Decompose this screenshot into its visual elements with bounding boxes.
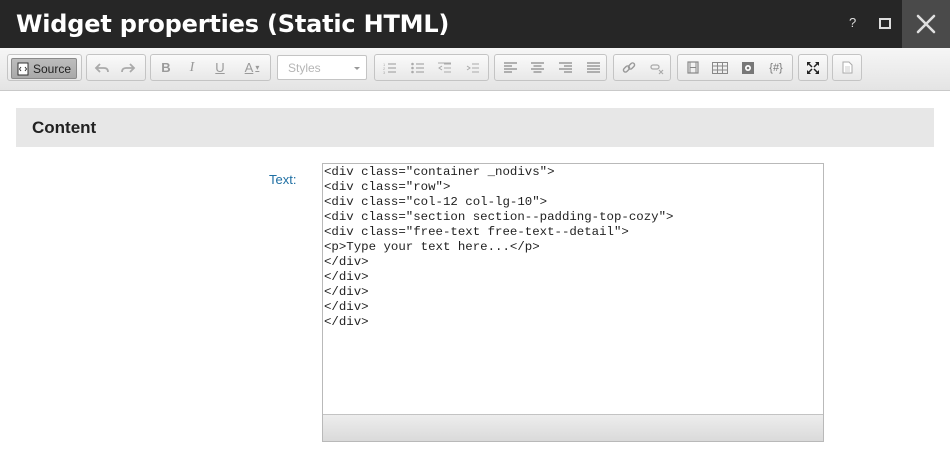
media-icon bbox=[687, 61, 699, 74]
unlink-icon bbox=[650, 63, 664, 74]
align-left-icon bbox=[503, 62, 517, 73]
link-button[interactable] bbox=[617, 57, 641, 78]
align-center-icon bbox=[530, 62, 544, 73]
italic-icon: I bbox=[189, 59, 195, 75]
increase-indent-icon bbox=[466, 63, 479, 72]
source-group: Source bbox=[7, 54, 82, 81]
insert-group: {#} bbox=[677, 54, 793, 81]
increase-indent-button[interactable] bbox=[461, 57, 485, 78]
widget-icon bbox=[742, 61, 754, 74]
macro-icon: {#} bbox=[769, 61, 783, 74]
decrease-indent-icon bbox=[438, 62, 451, 72]
underline-button[interactable]: U bbox=[208, 57, 232, 78]
maximize-editor-button[interactable] bbox=[801, 57, 825, 78]
document-group bbox=[832, 54, 862, 81]
dialog-title: Widget properties (Static HTML) bbox=[16, 10, 450, 38]
redo-icon bbox=[121, 62, 136, 73]
document-icon bbox=[842, 61, 852, 74]
maximize-editor-icon bbox=[807, 61, 819, 74]
content-section-header: Content bbox=[16, 108, 934, 147]
source-editor bbox=[322, 163, 824, 442]
align-right-button[interactable] bbox=[553, 57, 577, 78]
table-button[interactable] bbox=[708, 57, 732, 78]
source-button[interactable]: Source bbox=[11, 58, 77, 79]
bold-button[interactable]: B bbox=[154, 57, 178, 78]
table-icon bbox=[712, 61, 728, 74]
dropdown-caret-icon: ▾ bbox=[255, 63, 260, 72]
svg-text:3: 3 bbox=[383, 70, 386, 74]
bulleted-list-button[interactable] bbox=[406, 57, 430, 78]
source-label: Source bbox=[33, 61, 72, 76]
close-icon bbox=[916, 14, 936, 34]
history-group bbox=[86, 54, 146, 81]
justify-icon bbox=[586, 62, 600, 73]
styles-dropdown-label: Styles bbox=[288, 61, 321, 75]
undo-button[interactable] bbox=[90, 57, 114, 78]
close-button[interactable] bbox=[902, 0, 950, 48]
media-button[interactable] bbox=[681, 57, 705, 78]
editor-toolbar: Source B I U A ▾ Styles 123 {#} bbox=[0, 48, 950, 91]
help-icon[interactable]: ? bbox=[849, 15, 856, 30]
maximize-icon[interactable] bbox=[879, 18, 891, 29]
unlink-button[interactable] bbox=[645, 57, 669, 78]
text-color-icon: A bbox=[244, 60, 254, 75]
bulleted-list-icon bbox=[411, 62, 424, 73]
maximize-group bbox=[798, 54, 828, 81]
text-color-button[interactable]: A ▾ bbox=[237, 57, 267, 78]
redo-button[interactable] bbox=[116, 57, 140, 78]
list-group: 123 bbox=[374, 54, 489, 81]
dialog-titlebar: Widget properties (Static HTML) ? bbox=[0, 0, 950, 48]
align-group bbox=[494, 54, 607, 81]
format-group: B I U A ▾ bbox=[150, 54, 271, 81]
editor-resize-footer[interactable] bbox=[323, 414, 823, 441]
chevron-down-icon bbox=[354, 67, 360, 70]
text-field-label: Text: bbox=[269, 172, 297, 187]
undo-icon bbox=[94, 62, 109, 73]
justify-button[interactable] bbox=[581, 57, 605, 78]
underline-icon: U bbox=[215, 60, 225, 75]
italic-button[interactable]: I bbox=[180, 57, 204, 78]
section-title: Content bbox=[32, 118, 97, 137]
widget-button[interactable] bbox=[736, 57, 760, 78]
link-icon bbox=[622, 61, 636, 73]
align-left-button[interactable] bbox=[498, 57, 522, 78]
numbered-list-icon: 123 bbox=[383, 62, 396, 74]
styles-dropdown[interactable]: Styles bbox=[277, 55, 367, 80]
link-group bbox=[613, 54, 671, 81]
numbered-list-button[interactable]: 123 bbox=[378, 57, 402, 78]
align-center-button[interactable] bbox=[525, 57, 549, 78]
align-right-icon bbox=[558, 62, 572, 73]
document-button[interactable] bbox=[835, 57, 859, 78]
decrease-indent-button[interactable] bbox=[433, 57, 457, 78]
source-icon bbox=[17, 62, 29, 75]
macro-button[interactable]: {#} bbox=[764, 57, 788, 78]
bold-icon: B bbox=[161, 60, 171, 75]
text-source-input[interactable] bbox=[323, 164, 823, 414]
